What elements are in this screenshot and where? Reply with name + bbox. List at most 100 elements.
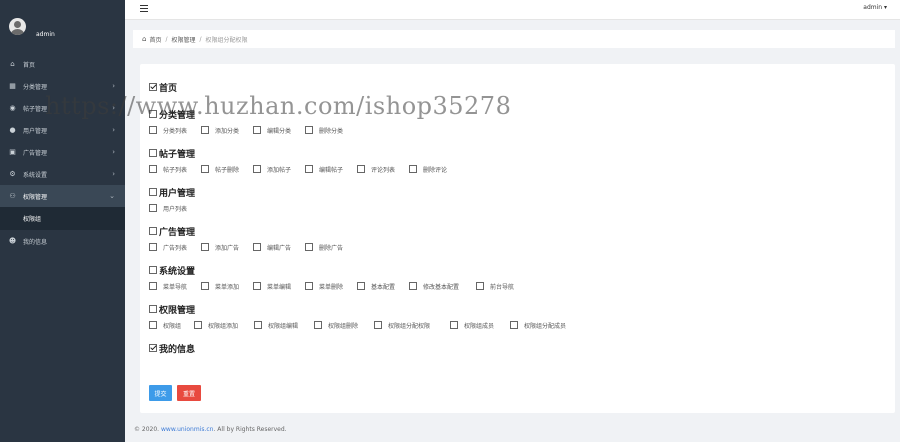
checkbox[interactable] — [254, 321, 262, 329]
permission-label: 权限组成员 — [464, 322, 495, 330]
reset-button[interactable]: 重置 — [177, 385, 201, 401]
permission-label: 分类列表 — [163, 127, 188, 135]
permission-group-title[interactable]: 我的信息 — [149, 342, 195, 355]
checkbox[interactable] — [409, 282, 417, 290]
permission-group-title[interactable]: 系统设置 — [149, 264, 528, 277]
checkbox-checked[interactable] — [149, 344, 157, 352]
checkbox[interactable] — [194, 321, 202, 329]
permission-item[interactable]: 删除广告 — [305, 243, 345, 252]
permission-item[interactable]: 评论列表 — [357, 165, 397, 174]
permission-item[interactable]: 广告列表 — [149, 243, 189, 252]
permission-group-title[interactable]: 权限管理 — [149, 303, 586, 316]
permission-item[interactable]: 菜单添加 — [201, 282, 241, 291]
permission-item[interactable]: 权限组分配权限 — [374, 321, 438, 330]
permission-group-users: 用户管理 用户列表 — [149, 186, 201, 213]
permission-group-title[interactable]: 广告管理 — [149, 225, 357, 238]
checkbox[interactable] — [149, 321, 157, 329]
permission-item[interactable]: 前台导航 — [476, 282, 516, 291]
submit-button[interactable]: 提交 — [149, 385, 172, 401]
menu-toggle-icon[interactable] — [140, 5, 148, 13]
checkbox[interactable] — [149, 282, 157, 290]
checkbox[interactable] — [357, 282, 365, 290]
sidebar-username: admin — [36, 31, 55, 38]
permission-item[interactable]: 编辑广告 — [253, 243, 293, 252]
permission-item[interactable]: 帖子列表 — [149, 165, 189, 174]
permission-item[interactable]: 权限组删除 — [314, 321, 362, 330]
permission-group-title[interactable]: 首页 — [149, 81, 177, 94]
permission-item[interactable]: 添加分类 — [201, 126, 241, 135]
checkbox[interactable] — [253, 165, 261, 173]
checkbox[interactable] — [253, 126, 261, 134]
checkbox[interactable] — [149, 243, 157, 251]
sidebar-item-label: 权限管理 — [23, 193, 48, 201]
permission-item[interactable]: 权限组添加 — [194, 321, 242, 330]
permission-item[interactable]: 删除分类 — [305, 126, 345, 135]
checkbox[interactable] — [409, 165, 417, 173]
checkbox[interactable] — [305, 282, 313, 290]
permission-item[interactable]: 添加帖子 — [253, 165, 293, 174]
permission-group-title[interactable]: 帖子管理 — [149, 147, 461, 160]
checkbox[interactable] — [149, 165, 157, 173]
checkbox[interactable] — [201, 126, 209, 134]
checkbox[interactable] — [305, 243, 313, 251]
checkbox[interactable] — [149, 188, 157, 196]
checkbox[interactable] — [374, 321, 382, 329]
checkbox[interactable] — [305, 126, 313, 134]
breadcrumb-section[interactable]: 权限管理 — [172, 35, 196, 44]
permission-item[interactable]: 分类列表 — [149, 126, 189, 135]
checkbox[interactable] — [149, 266, 157, 274]
permission-item[interactable]: 菜单删除 — [305, 282, 345, 291]
checkbox[interactable] — [314, 321, 322, 329]
checkbox[interactable] — [253, 282, 261, 290]
permission-item[interactable]: 权限组分配成员 — [510, 321, 574, 330]
sidebar-item-settings[interactable]: ⚙ 系统设置 › — [0, 163, 125, 185]
permission-item[interactable]: 添加广告 — [201, 243, 241, 252]
permission-item[interactable]: 基本配置 — [357, 282, 397, 291]
checkbox[interactable] — [476, 282, 484, 290]
checkbox[interactable] — [510, 321, 518, 329]
permission-item[interactable]: 用户列表 — [149, 204, 189, 213]
sidebar-subitem-permission-group[interactable]: 权限组 — [0, 207, 125, 230]
checkbox[interactable] — [450, 321, 458, 329]
checkbox[interactable] — [253, 243, 261, 251]
permission-item[interactable]: 帖子删除 — [201, 165, 241, 174]
checkbox[interactable] — [149, 126, 157, 134]
admin-dropdown[interactable]: admin ▾ — [863, 4, 887, 11]
permission-item[interactable]: 编辑分类 — [253, 126, 293, 135]
checkbox[interactable] — [201, 243, 209, 251]
checkbox[interactable] — [201, 282, 209, 290]
permission-item[interactable]: 权限组编辑 — [254, 321, 302, 330]
permission-item[interactable]: 权限组成员 — [450, 321, 498, 330]
checkbox[interactable] — [149, 204, 157, 212]
permission-item[interactable]: 菜单编辑 — [253, 282, 293, 291]
checkbox[interactable] — [357, 165, 365, 173]
checkbox[interactable] — [149, 305, 157, 313]
sidebar-item-permissions[interactable]: ⚇ 权限管理 ⌄ — [0, 185, 125, 207]
permission-item[interactable]: 编辑帖子 — [305, 165, 345, 174]
permission-item[interactable]: 权限组 — [149, 321, 182, 330]
avatar[interactable] — [9, 18, 26, 35]
checkbox[interactable] — [201, 165, 209, 173]
checkbox[interactable] — [305, 165, 313, 173]
sidebar-item-posts[interactable]: ◉ 帖子管理 › — [0, 97, 125, 119]
sidebar-item-home[interactable]: ⌂ 首页 — [0, 53, 125, 75]
checkbox[interactable] — [149, 149, 157, 157]
chevron-right-icon: › — [112, 82, 115, 90]
permission-sub-row: 帖子列表 帖子删除 添加帖子 编辑帖子 评论列表 删除评论 — [149, 164, 461, 174]
sidebar-item-category[interactable]: ▦ 分类管理 › — [0, 75, 125, 97]
sidebar-item-users[interactable]: ● 用户管理 › — [0, 119, 125, 141]
permission-group-title[interactable]: 分类管理 — [149, 108, 357, 121]
sidebar-item-ads[interactable]: ▣ 广告管理 › — [0, 141, 125, 163]
sidebar-item-my-info[interactable]: ☻ 我的信息 — [0, 230, 125, 252]
checkbox-checked[interactable] — [149, 83, 157, 91]
permission-item[interactable]: 修改基本配置 — [409, 282, 464, 291]
permission-item[interactable]: 删除评论 — [409, 165, 449, 174]
footer-link[interactable]: www.unionmis.cn — [161, 426, 213, 433]
home-icon: ⌂ — [10, 60, 15, 68]
permission-group-title[interactable]: 用户管理 — [149, 186, 201, 199]
breadcrumb-home[interactable]: 首页 — [149, 35, 161, 44]
permission-label: 权限组分配成员 — [524, 322, 567, 330]
checkbox[interactable] — [149, 227, 157, 235]
permission-item[interactable]: 菜单导航 — [149, 282, 189, 291]
checkbox[interactable] — [149, 110, 157, 118]
